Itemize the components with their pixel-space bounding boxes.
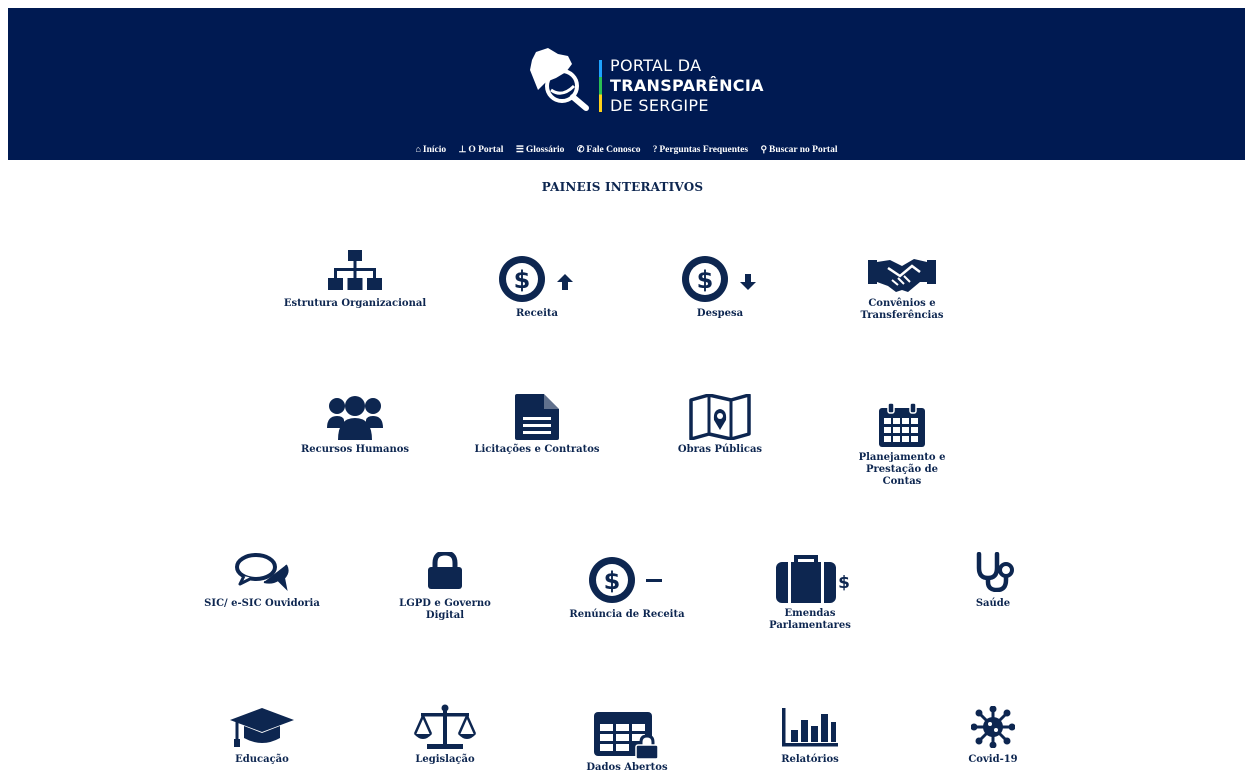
tile-educacao[interactable]: Educação: [187, 706, 337, 766]
tile-legislacao[interactable]: Legislação: [370, 704, 520, 766]
tile-planejamento-prestacao-contas[interactable]: Planejamento e Prestação de Contas: [827, 402, 977, 488]
tile-label: Emendas Parlamentares: [769, 608, 851, 631]
tile-label: Estrutura Organizacional: [283, 298, 427, 309]
search-icon: ⚲: [760, 144, 768, 154]
tile-label: Despesa: [696, 308, 744, 319]
nav-buscar-no-portal[interactable]: ⚲ Buscar no Portal: [760, 144, 837, 155]
svg-text:$: $: [838, 573, 850, 593]
nav-perguntas-frequentes[interactable]: ? Perguntas Frequentes: [653, 144, 748, 155]
nav-label: Perguntas Frequentes: [659, 145, 749, 155]
site-header: PORTAL DA TRANSPARÊNCIA DE SERGIPE ⌂ Iníc…: [8, 8, 1245, 160]
tile-despesa[interactable]: $ Despesa: [645, 254, 795, 320]
tile-label: Educação: [235, 754, 289, 765]
tile-licitacoes-contratos[interactable]: Licitações e Contratos: [462, 394, 612, 456]
tile-label: Planejamento e Prestação de Contas: [858, 452, 946, 487]
tile-label: Receita: [515, 308, 559, 319]
tile-sic-ouvidoria[interactable]: SIC/ e-SIC Ouvidoria: [187, 552, 337, 610]
nav-label: Glossário: [525, 145, 565, 155]
virus-icon: [971, 706, 1015, 748]
org-chart-icon: [328, 250, 382, 290]
tile-label: Convênios e Transferências: [860, 298, 944, 321]
dollar-minus-icon: $: [589, 557, 662, 603]
top-navigation: ⌂ Início ⊥ O Portal ☰ Glossário ✆ Fale Conos…: [8, 144, 1245, 155]
tile-estrutura-organizacional[interactable]: Estrutura Organizacional: [280, 250, 430, 310]
tile-obras-publicas[interactable]: Obras Públicas: [645, 394, 795, 456]
tile-saude[interactable]: Saúde: [918, 552, 1068, 610]
users-icon: [327, 396, 383, 440]
nav-o-portal[interactable]: ⊥ O Portal: [459, 144, 504, 155]
nav-label: Início: [422, 145, 447, 155]
chat-icon: [235, 553, 289, 592]
tile-renuncia-receita[interactable]: $ Renúncia de Receita: [552, 555, 702, 621]
tile-receita[interactable]: $ Receita: [462, 254, 612, 320]
home-icon: ⌂: [415, 144, 421, 154]
nav-label: Buscar no Portal: [769, 145, 838, 155]
svg-text:$: $: [514, 266, 531, 294]
dollar-up-icon: $: [499, 256, 573, 302]
graduation-cap-icon: [230, 708, 294, 747]
logo-line-1: PORTAL DA: [610, 56, 702, 75]
tile-label: Saúde: [975, 598, 1011, 609]
tile-label: Renúncia de Receita: [569, 609, 685, 620]
tile-label: Licitações e Contratos: [474, 444, 600, 455]
tile-covid-19[interactable]: Covid-19: [918, 706, 1068, 766]
map-icon: [689, 394, 751, 440]
calendar-icon: [879, 402, 925, 447]
dollar-down-icon: $: [682, 256, 756, 302]
tile-convenios-transferencias[interactable]: Convênios e Transferências: [827, 254, 977, 322]
briefcase-icon: $: [776, 555, 850, 603]
logo-color-bar: [599, 60, 602, 112]
tile-label: LGPD e Governo Digital: [399, 598, 491, 621]
nav-label: O Portal: [468, 145, 504, 155]
question-icon: ?: [652, 144, 658, 154]
nav-label: Fale Conosco: [586, 145, 641, 155]
tile-label: Legislação: [415, 754, 475, 765]
tile-label: Obras Públicas: [677, 444, 763, 455]
scale-icon: [413, 704, 477, 749]
table-lock-icon: [594, 712, 659, 760]
svg-text:$: $: [697, 266, 714, 294]
nav-inicio[interactable]: ⌂ Início: [416, 144, 447, 155]
list-icon: ☰: [515, 144, 524, 154]
logo-line-3: DE SERGIPE: [610, 96, 709, 115]
sitemap-icon: ⊥: [458, 144, 467, 154]
logo-text: PORTAL DA TRANSPARÊNCIA DE SERGIPE: [610, 56, 764, 116]
tile-label: Recursos Humanos: [300, 444, 410, 455]
svg-text:$: $: [604, 567, 621, 595]
nav-glossario[interactable]: ☰ Glossário: [516, 144, 565, 155]
tile-relatorios[interactable]: Relatórios: [735, 706, 885, 766]
stethoscope-icon: [976, 552, 1014, 592]
nav-fale-conosco[interactable]: ✆ Fale Conosco: [577, 144, 641, 155]
tile-emendas-parlamentares[interactable]: $ Emendas Parlamentares: [735, 554, 885, 632]
tile-recursos-humanos[interactable]: Recursos Humanos: [280, 394, 430, 456]
tile-label: Dados Abertos: [586, 762, 668, 773]
page-title: PAINEIS INTERATIVOS: [541, 180, 704, 194]
lock-icon: [428, 552, 462, 589]
tile-lgpd-governo-digital[interactable]: LGPD e Governo Digital: [370, 552, 520, 622]
portal-logo[interactable]: PORTAL DA TRANSPARÊNCIA DE SERGIPE: [528, 46, 763, 126]
phone-icon: ✆: [576, 144, 585, 154]
tile-label: SIC/ e-SIC Ouvidoria: [204, 598, 320, 609]
tile-label: Covid-19: [968, 754, 1018, 765]
logo-line-2: TRANSPARÊNCIA: [610, 76, 764, 95]
handshake-icon: [868, 259, 936, 292]
sergipe-map-magnifier-icon: [530, 48, 589, 111]
tile-label: Relatórios: [781, 754, 839, 765]
bar-chart-icon: [782, 708, 838, 747]
document-icon: [515, 394, 559, 440]
tile-dados-abertos[interactable]: Dados Abertos: [552, 710, 702, 774]
